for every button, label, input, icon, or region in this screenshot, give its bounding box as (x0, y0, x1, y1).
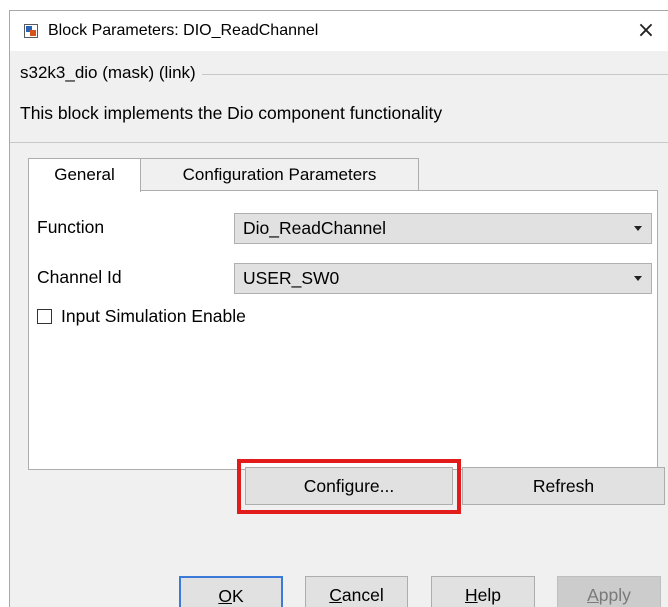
function-label: Function (37, 217, 105, 237)
window-title: Block Parameters: DIO_ReadChannel (48, 22, 319, 39)
mask-description: This block implements the Dio component … (20, 103, 443, 123)
cancel-mnemonic: C (329, 585, 342, 605)
block-parameters-dialog: Block Parameters: DIO_ReadChannel × s32k… (9, 10, 668, 607)
tab-general[interactable]: General (28, 158, 141, 192)
function-dropdown[interactable]: Dio_ReadChannel (234, 213, 652, 244)
ok-mnemonic: O (218, 586, 232, 606)
help-mnemonic: H (465, 585, 478, 605)
general-tab-panel: Function Dio_ReadChannel Channel Id USER… (28, 190, 658, 470)
help-label-rest: elp (477, 585, 501, 605)
help-button[interactable]: Help (431, 576, 535, 607)
chevron-down-icon (634, 226, 642, 231)
input-simulation-checkbox[interactable] (37, 309, 52, 324)
channel-id-label: Channel Id (37, 267, 122, 287)
title-bar[interactable]: Block Parameters: DIO_ReadChannel × (10, 11, 668, 51)
ok-label-rest: K (231, 586, 244, 606)
configure-button[interactable]: Configure... (245, 467, 453, 505)
close-icon[interactable]: × (634, 19, 658, 43)
mask-group: s32k3_dio (mask) (link) (10, 63, 668, 93)
tab-configuration-parameters[interactable]: Configuration Parameters (141, 158, 419, 191)
mask-group-title: s32k3_dio (mask) (link) (20, 63, 202, 83)
channel-id-dropdown[interactable]: USER_SW0 (234, 263, 652, 294)
apply-mnemonic: A (587, 585, 599, 605)
parameters-divider (10, 142, 668, 143)
input-simulation-label[interactable]: Input Simulation Enable (61, 306, 246, 327)
function-value: Dio_ReadChannel (243, 218, 387, 238)
channel-id-value: USER_SW0 (243, 268, 340, 288)
simulink-block-icon (24, 24, 38, 38)
cancel-button[interactable]: Cancel (305, 576, 408, 607)
apply-button[interactable]: Apply (557, 576, 661, 607)
refresh-button[interactable]: Refresh (462, 467, 665, 505)
cancel-label-rest: ancel (341, 585, 384, 605)
apply-label-rest: pply (598, 585, 631, 605)
ok-button[interactable]: OK (179, 576, 283, 607)
chevron-down-icon (634, 276, 642, 281)
